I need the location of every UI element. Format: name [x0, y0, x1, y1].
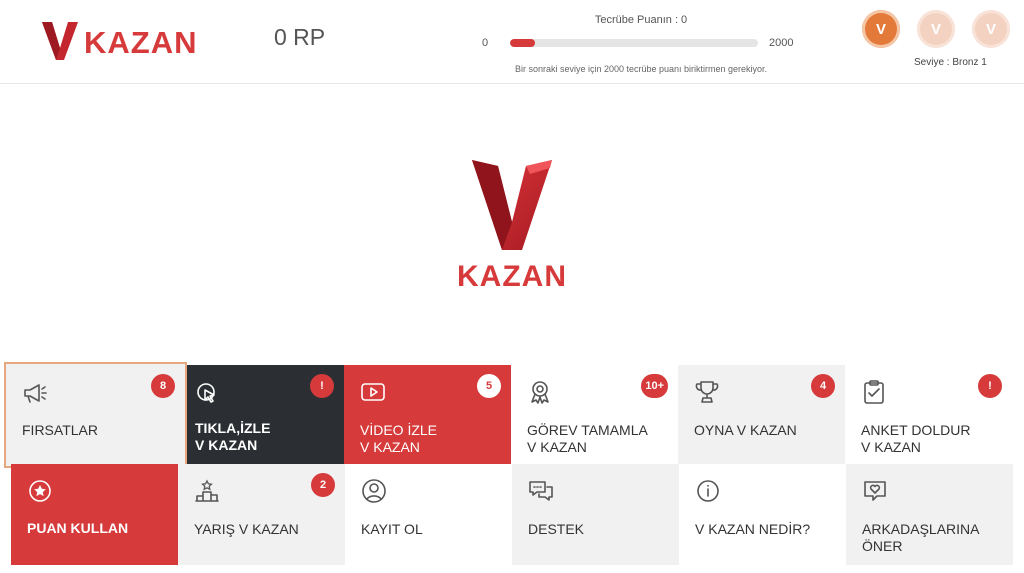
tile-destek[interactable]: DESTEK [512, 464, 679, 565]
tile-gorev-tamamla[interactable]: GÖREV TAMAMLA V KAZAN 10+ [511, 365, 678, 464]
user-icon [361, 478, 387, 504]
experience-note: Bir sonraki seviye için 2000 tecrübe pua… [514, 64, 768, 74]
tile-tikla-izle[interactable]: TIKLA,İZLE V KAZAN ! [187, 365, 344, 464]
tile-count-badge: 10+ [641, 374, 668, 398]
tile-label: GÖREV TAMAMLA V KAZAN [527, 422, 648, 455]
click-icon [195, 381, 221, 407]
info-icon [695, 478, 721, 504]
tile-label: V KAZAN NEDİR? [695, 521, 811, 537]
tile-firsatlar[interactable]: FIRSATLAR 8 [4, 362, 187, 468]
tile-count-badge: 2 [311, 473, 335, 497]
tile-puan-kullan[interactable]: PUAN KULLAN [11, 464, 178, 565]
clipboard-icon [861, 379, 887, 405]
tile-label: FIRSATLAR [22, 422, 98, 438]
experience-min: 0 [482, 37, 489, 49]
podium-icon [194, 478, 220, 504]
chat-icon [528, 478, 554, 504]
tile-label: ANKET DOLDUR V KAZAN [861, 422, 971, 455]
tile-count-badge: 5 [477, 374, 501, 398]
tile-v-kazan-nedir[interactable]: V KAZAN NEDİR? [679, 464, 846, 565]
tile-arkadaslarina-oner[interactable]: ARKADAŞLARINA ÖNER [846, 464, 1013, 565]
reward-points: 0 RP [274, 24, 326, 50]
tile-count-badge: ! [310, 374, 334, 398]
tile-count-badge: 4 [811, 374, 835, 398]
trophy-icon [694, 379, 720, 405]
tile-label: DESTEK [528, 521, 585, 537]
tile-video-izle[interactable]: VİDEO İZLE V KAZAN 5 [344, 365, 511, 464]
experience-progress-fill [510, 39, 535, 47]
tile-yaris[interactable]: YARIŞ V KAZAN 2 [178, 464, 345, 565]
hero-brand-name: KAZAN [457, 260, 567, 293]
tile-anket-doldur[interactable]: ANKET DOLDUR V KAZAN ! [845, 365, 1012, 464]
award-icon [527, 379, 553, 405]
experience-max: 2000 [769, 37, 794, 49]
bronze-medal-icon[interactable]: V [862, 10, 900, 48]
level-badges: V V V [862, 10, 1010, 48]
tile-count-badge: 8 [151, 374, 175, 398]
tile-label: YARIŞ V KAZAN [194, 521, 299, 537]
level-label: Seviye : Bronz 1 [914, 57, 987, 68]
megaphone-icon [22, 380, 48, 406]
experience-title: Tecrübe Puanın : 0 [594, 14, 688, 26]
v-logo-large-icon [472, 160, 552, 250]
silver-medal-icon[interactable]: V [917, 10, 955, 48]
experience-panel: Tecrübe Puanın : 0 0 2000 Bir sonraki se… [476, 14, 806, 78]
tile-label: OYNA V KAZAN [694, 422, 797, 438]
tile-count-badge: ! [978, 374, 1002, 398]
tile-label: ARKADAŞLARINA ÖNER [862, 521, 980, 554]
v-logo-icon [42, 22, 78, 60]
app-header: KAZAN 0 RP Tecrübe Puanın : 0 0 2000 Bir… [0, 0, 1024, 84]
heart-message-icon [862, 478, 888, 504]
tile-label: KAYIT OL [361, 521, 423, 537]
experience-progress-bar [510, 39, 758, 47]
tile-kayit-ol[interactable]: KAYIT OL [345, 464, 512, 565]
menu-tiles: FIRSATLAR 8 TIKLA,İZLE V KAZAN ! VİDEO İ… [0, 362, 1024, 573]
star-coin-icon [27, 478, 53, 504]
play-icon [360, 379, 386, 405]
hero-logo: KAZAN [438, 156, 586, 296]
brand-logo[interactable]: KAZAN [42, 18, 198, 64]
tile-label: TIKLA,İZLE V KAZAN [195, 420, 271, 453]
brand-name: KAZAN [84, 25, 198, 60]
tile-oyna[interactable]: OYNA V KAZAN 4 [678, 365, 845, 464]
tile-label: PUAN KULLAN [27, 520, 129, 536]
gold-medal-icon[interactable]: V [972, 10, 1010, 48]
tile-label: VİDEO İZLE V KAZAN [360, 422, 438, 455]
